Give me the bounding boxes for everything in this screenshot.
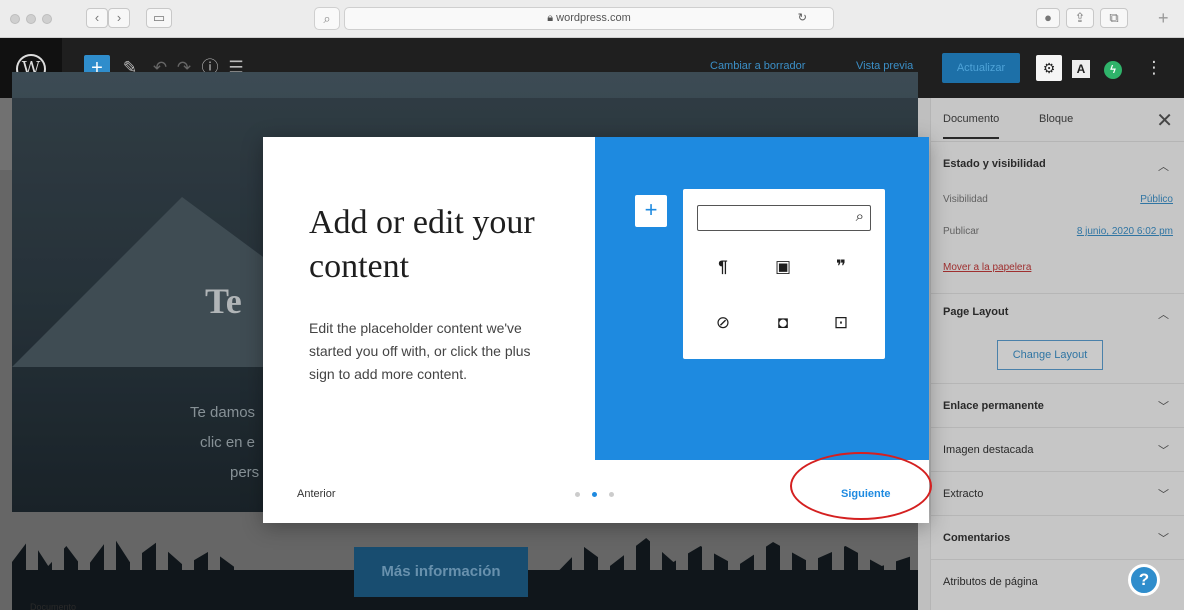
switch-to-draft-link[interactable]: Cambiar a borrador bbox=[710, 60, 805, 72]
reload-icon[interactable]: ↻ bbox=[798, 8, 807, 29]
compass-icon: ⊘ bbox=[715, 313, 731, 332]
quote-icon: ❞ bbox=[836, 257, 846, 276]
settings-button[interactable]: ⚙ bbox=[1036, 55, 1062, 81]
astra-icon: A bbox=[1072, 60, 1090, 78]
highlight-annotation bbox=[790, 452, 932, 520]
vertical-ellipsis-icon: ⋮ bbox=[1145, 58, 1163, 77]
address-bar[interactable]: 🔒︎ wordpress.com ↻ bbox=[344, 7, 834, 30]
chevron-right-icon: › bbox=[116, 10, 122, 25]
gear-icon: ⚙ bbox=[1042, 60, 1056, 76]
share-button[interactable]: ⇪ bbox=[1066, 8, 1094, 28]
preview-link[interactable]: Vista previa bbox=[856, 60, 913, 72]
page-indicator-dot[interactable] bbox=[575, 492, 580, 497]
url-text: wordpress.com bbox=[556, 12, 631, 24]
astra-button[interactable]: A bbox=[1068, 55, 1094, 81]
sidebar-toggle-button[interactable]: ▭ bbox=[146, 8, 172, 28]
extension-button[interactable]: ● bbox=[1036, 8, 1060, 28]
lock-icon: 🔒︎ bbox=[547, 12, 557, 24]
zoom-window-button[interactable] bbox=[42, 14, 52, 24]
paragraph-icon: ¶ bbox=[718, 257, 728, 276]
modal-title: Add or edit your content bbox=[309, 204, 535, 285]
plus-icon: + bbox=[635, 195, 667, 227]
sidebar-icon: ▭ bbox=[152, 10, 166, 25]
search-button[interactable]: ⌕ bbox=[314, 7, 340, 30]
tabs-icon: ⧉ bbox=[1109, 10, 1119, 25]
tabs-button[interactable]: ⧉ bbox=[1100, 8, 1128, 28]
previous-button[interactable]: Anterior bbox=[297, 488, 336, 500]
modal-description: Edit the placeholder content we've start… bbox=[309, 320, 531, 382]
update-button[interactable]: Actualizar bbox=[942, 53, 1020, 83]
page-indicator-dot-active[interactable] bbox=[592, 492, 597, 497]
question-icon: ? bbox=[1138, 570, 1150, 589]
jetpack-icon: ϟ bbox=[1104, 61, 1122, 79]
jetpack-button[interactable]: ϟ bbox=[1100, 55, 1126, 81]
bookmark-icon: ◘ bbox=[777, 313, 789, 332]
back-button[interactable]: ‹ bbox=[86, 8, 108, 28]
block-inserter-illustration: ⌕ ¶ ▣ ❞ ⊘ ◘ ⊡ bbox=[683, 189, 885, 359]
search-icon: ⌕ bbox=[855, 208, 864, 225]
more-options-button[interactable]: ⋮ bbox=[1144, 56, 1164, 80]
browser-toolbar: ‹ › ▭ ⌕ 🔒︎ wordpress.com ↻ ● ⇪ ⧉ + bbox=[0, 0, 1184, 38]
image-icon: ▣ bbox=[774, 257, 792, 276]
circle-icon: ● bbox=[1044, 10, 1052, 25]
close-window-button[interactable] bbox=[10, 14, 20, 24]
new-tab-button[interactable]: + bbox=[1158, 8, 1169, 29]
inserter-illustration: + ⌕ ¶ ▣ ❞ ⊘ ◘ ⊡ bbox=[595, 137, 929, 460]
video-icon: ⊡ bbox=[833, 313, 849, 332]
page-indicator-dot[interactable] bbox=[609, 492, 614, 497]
help-button[interactable]: ? bbox=[1128, 564, 1160, 596]
inserter-search-field: ⌕ bbox=[697, 205, 871, 231]
search-icon: ⌕ bbox=[323, 11, 331, 26]
chevron-left-icon: ‹ bbox=[94, 10, 100, 25]
forward-button[interactable]: › bbox=[108, 8, 130, 28]
minimize-window-button[interactable] bbox=[26, 14, 36, 24]
share-icon: ⇪ bbox=[1074, 10, 1086, 25]
